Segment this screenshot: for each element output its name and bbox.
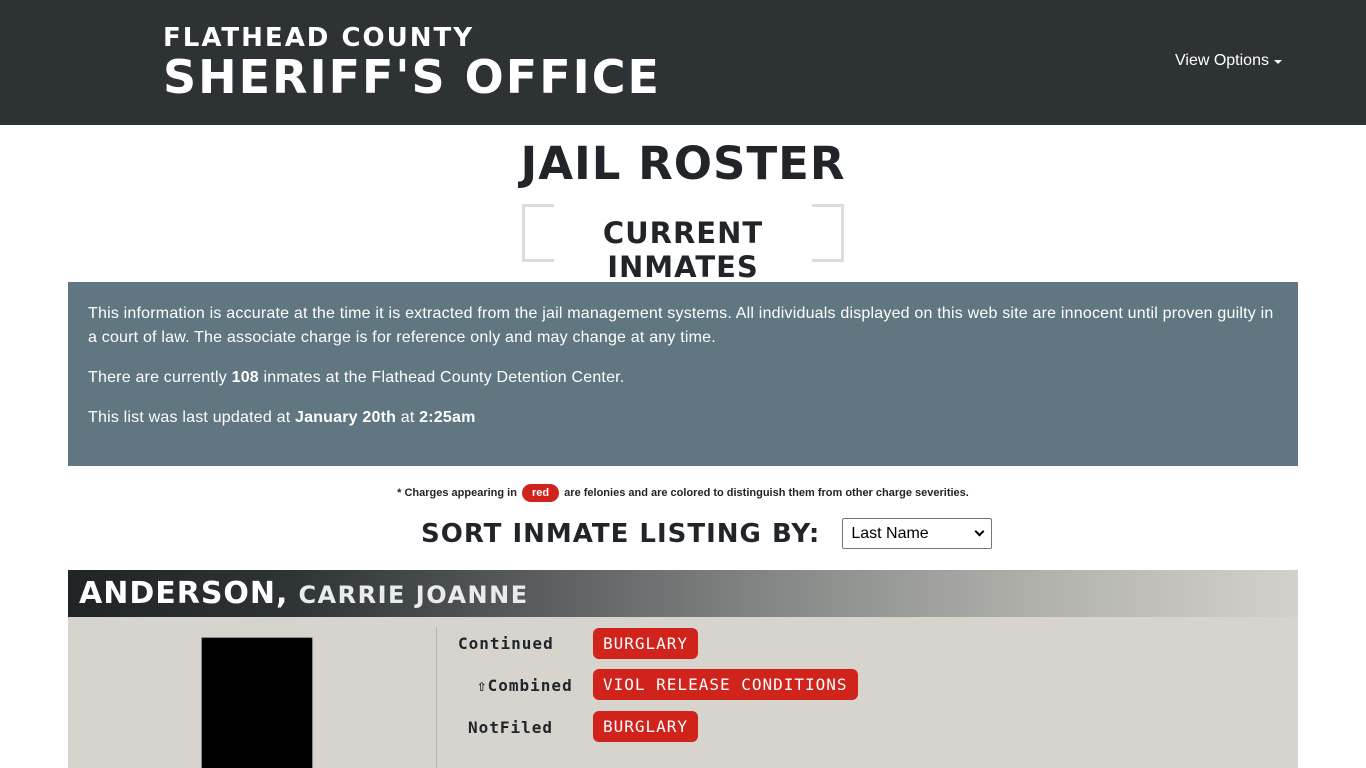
- count-suffix: inmates at the Flathead County Detention…: [258, 369, 625, 386]
- updated-prefix: This list was last updated at: [88, 409, 295, 426]
- charge-status: NotFiled: [468, 718, 554, 737]
- view-options-dropdown[interactable]: View Options: [1175, 52, 1282, 70]
- updated-date: January 20th: [294, 409, 397, 426]
- inmate-first-name: CARRIE JOANNE: [298, 581, 529, 609]
- sort-select[interactable]: Last Name: [842, 518, 993, 549]
- disclaimer-text: This information is accurate at the time…: [88, 305, 1274, 346]
- charge-badge: BURGLARY: [593, 628, 699, 659]
- divider: [436, 627, 437, 768]
- site-header: FLATHEAD COUNTY SHERIFF'S OFFICE View Op…: [0, 0, 1366, 125]
- inmate-name-bar[interactable]: ANDERSON, CARRIE JOANNE: [68, 570, 1298, 617]
- sort-label: SORT INMATE LISTING BY:: [421, 518, 821, 549]
- inmate-count-text: There are currently 108 inmates at the F…: [88, 366, 1278, 390]
- charge-badge: BURGLARY: [593, 711, 699, 742]
- info-panel: This information is accurate at the time…: [68, 282, 1298, 466]
- view-options-label: View Options: [1175, 52, 1269, 69]
- note-prefix: * Charges appearing in: [397, 487, 520, 499]
- subtitle-box: CURRENT INMATES: [522, 204, 844, 284]
- felony-color-sample: red: [522, 484, 560, 502]
- charge-badge: VIOL RELEASE CONDITIONS: [593, 669, 858, 700]
- site-logo[interactable]: FLATHEAD COUNTY SHERIFF'S OFFICE: [163, 22, 661, 100]
- charge-status: ⇧Combined: [477, 676, 573, 695]
- brand-line-2: SHERIFF'S OFFICE: [163, 50, 661, 104]
- page-title: JAIL ROSTER: [520, 137, 846, 190]
- note-suffix: are felonies and are colored to distingu…: [561, 487, 969, 499]
- count-prefix: There are currently: [88, 369, 232, 386]
- updated-time: 2:25am: [419, 409, 476, 426]
- inmate-card-body: Continued BURGLARY ⇧Combined VIOL RELEAS…: [68, 617, 1298, 768]
- updated-mid: at: [396, 409, 420, 426]
- caret-down-icon: [1273, 59, 1282, 64]
- page-subtitle: CURRENT INMATES: [602, 216, 764, 284]
- inmate-count: 108: [231, 369, 259, 386]
- inmate-last-name: ANDERSON,: [79, 576, 289, 611]
- charge-status: Continued: [458, 634, 554, 653]
- last-updated-text: This list was last updated at January 20…: [88, 406, 1278, 430]
- chevron-down-icon: [974, 526, 985, 537]
- inmate-photo[interactable]: [201, 637, 313, 768]
- sort-row: SORT INMATE LISTING BY: Last Name: [421, 518, 993, 549]
- felony-note: * Charges appearing in red are felonies …: [0, 484, 1366, 502]
- sort-selected-value: Last Name: [851, 524, 929, 542]
